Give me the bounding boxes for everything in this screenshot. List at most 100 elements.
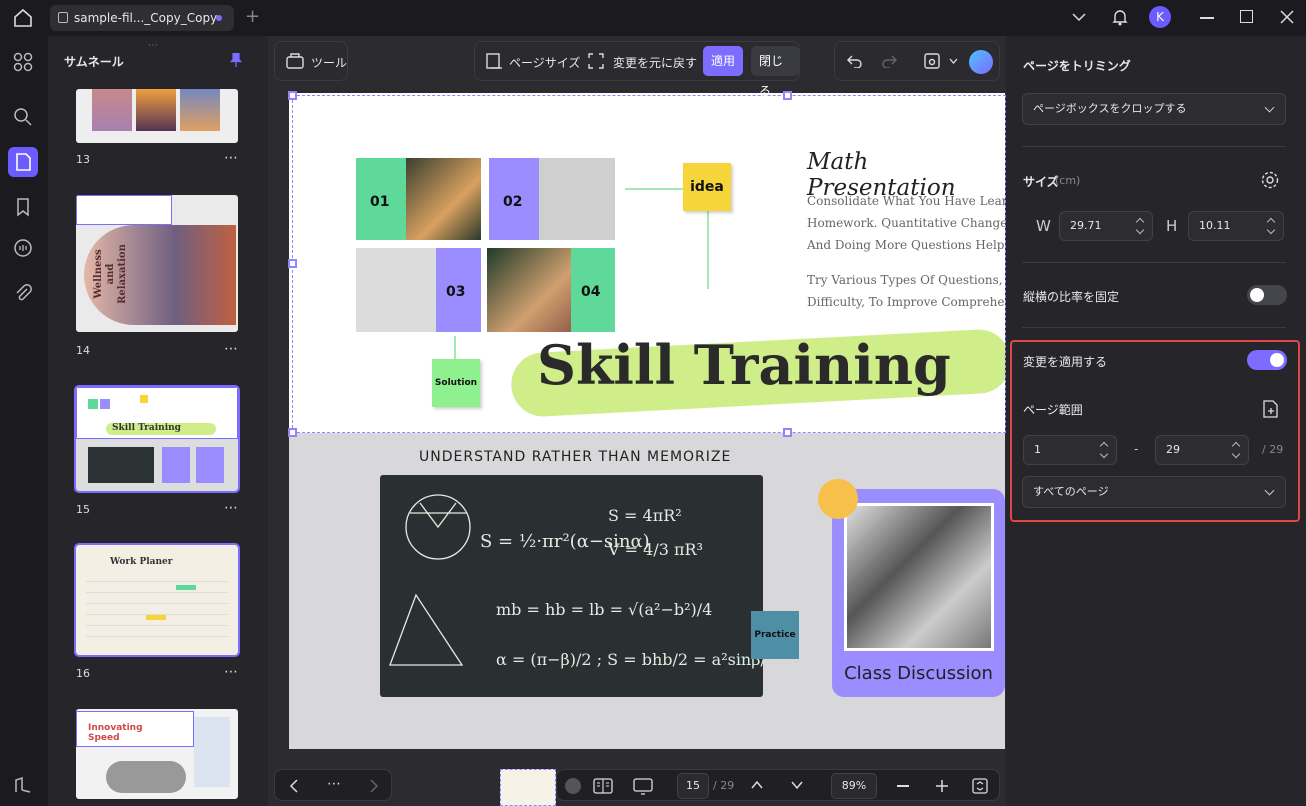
document-tab[interactable]: sample-fil..._Copy_Copy	[50, 5, 234, 31]
thumbnail-page-15[interactable]: Skill Training	[74, 385, 240, 493]
sign-icon[interactable]	[12, 774, 34, 796]
zoom-out-icon[interactable]	[897, 785, 909, 787]
save-icon[interactable]	[923, 52, 941, 70]
apply-button[interactable]: 適用	[703, 46, 744, 76]
thumbnail-more-icon[interactable]: ⋯	[224, 500, 239, 516]
thumbnail-number: 16	[76, 667, 90, 680]
thumbnail-text: Work Planer	[110, 557, 173, 567]
next-arrow-icon[interactable]	[369, 779, 379, 793]
thumbnail-panel-title: サムネール	[64, 55, 124, 69]
ai-assistant-icon[interactable]	[969, 50, 993, 74]
comment-icon[interactable]	[12, 238, 34, 260]
thumbnail-page-17[interactable]: Innovating Speed	[76, 709, 238, 799]
page-size-button[interactable]: ページサイズ	[509, 54, 580, 71]
height-label: H	[1166, 217, 1178, 235]
svg-text:α = (π−β)/2 ; S = bhb/2 = a²si: α = (π−β)/2 ; S = bhb/2 = a²sinβ/2	[496, 650, 763, 669]
more-icon[interactable]: ⋯	[327, 776, 341, 792]
thumbnail-more-icon[interactable]: ⋯	[224, 664, 239, 680]
thumbnail-panel: ⋯ サムネール 13 ⋯ Wellness and Relaxation 14 …	[48, 36, 268, 806]
chevron-down-icon[interactable]	[1072, 12, 1086, 22]
view-bar: 15 / 29 89%	[556, 769, 1000, 801]
page-nav-bar: ⋯	[274, 769, 392, 801]
crop-handle[interactable]	[783, 428, 792, 437]
emoji-icon	[818, 479, 858, 519]
edit-toolbar	[834, 41, 1000, 81]
crop-box[interactable]	[292, 95, 1006, 433]
thumbnail-more-icon[interactable]: ⋯	[224, 150, 239, 166]
chevron-down-icon[interactable]	[949, 58, 958, 64]
minimize-icon[interactable]	[1200, 17, 1214, 19]
lock-ratio-toggle[interactable]	[1247, 285, 1287, 305]
stepper-icon[interactable]	[1136, 217, 1144, 235]
unsaved-dot	[216, 15, 222, 21]
expand-icon[interactable]	[565, 778, 581, 794]
crop-mode-select[interactable]: ページボックスをクロップする	[1022, 93, 1286, 125]
page-number-input[interactable]: 15	[677, 773, 709, 799]
grid-icon[interactable]	[12, 51, 34, 73]
lock-ratio-label: 縦横の比率を固定	[1023, 290, 1120, 304]
toolbox-icon	[286, 53, 304, 69]
zoom-in-icon[interactable]	[935, 779, 949, 793]
attachment-icon[interactable]	[12, 282, 34, 304]
width-label: W	[1036, 217, 1051, 235]
user-avatar[interactable]: K	[1149, 6, 1171, 28]
presentation-icon[interactable]	[633, 777, 653, 795]
maximize-icon[interactable]	[1240, 10, 1253, 23]
crop-handle[interactable]	[783, 91, 792, 100]
new-tab-plus-icon[interactable]: +	[245, 6, 260, 27]
class-discussion-label: Class Discussion	[844, 663, 993, 684]
search-icon[interactable]	[12, 106, 34, 128]
thumbnail-text: Innovating Speed	[88, 723, 143, 743]
crop-handle[interactable]	[288, 428, 297, 437]
size-label: サイズ	[1023, 175, 1059, 189]
undo-icon[interactable]	[847, 54, 863, 68]
bell-icon[interactable]	[1112, 8, 1128, 26]
page-up-icon[interactable]	[751, 780, 763, 790]
reading-mode-icon[interactable]	[593, 777, 613, 795]
height-input[interactable]: 10.11	[1188, 211, 1284, 241]
class-discussion-card: Class Discussion	[818, 479, 1005, 697]
thumbnail-page-14[interactable]: Wellness and Relaxation	[76, 195, 238, 332]
thumbnail-number: 13	[76, 153, 90, 166]
page-size-icon	[486, 53, 502, 69]
tab-title: sample-fil..._Copy_Copy	[74, 11, 218, 25]
divider	[1022, 146, 1286, 147]
chevron-down-icon	[1264, 102, 1275, 113]
thumbnail-number: 15	[76, 503, 90, 516]
prev-arrow-icon[interactable]	[289, 779, 299, 793]
page-down-icon[interactable]	[791, 780, 803, 790]
panel-title: ページをトリミング	[1023, 59, 1131, 73]
stepper-icon[interactable]	[1267, 217, 1275, 235]
mini-crop-preview	[500, 769, 556, 806]
thumbnails-icon[interactable]	[8, 147, 38, 177]
thumbnail-more-icon[interactable]: ⋯	[224, 341, 239, 357]
thumbnail-text: Skill Training	[112, 423, 181, 433]
size-unit: (cm)	[1055, 174, 1081, 187]
drag-handle[interactable]: ⋯	[148, 40, 159, 51]
thumbnail-page-16[interactable]: Work Planer	[74, 543, 240, 657]
bookmark-icon[interactable]	[12, 196, 34, 218]
close-icon[interactable]	[1280, 10, 1294, 24]
thumbnail-text: Wellness and Relaxation	[93, 244, 128, 304]
width-input[interactable]: 29.71	[1059, 211, 1153, 241]
close-button[interactable]: 閉じる	[751, 46, 799, 98]
gear-icon[interactable]	[1260, 170, 1280, 190]
slide-subhead: UNDERSTAND RATHER THAN MEMORIZE	[419, 449, 732, 465]
left-rail	[0, 36, 48, 806]
svg-text:S = 4πR²: S = 4πR²	[608, 506, 682, 525]
divider	[1022, 262, 1286, 263]
redo-icon[interactable]	[881, 54, 897, 68]
zoom-input[interactable]: 89%	[831, 773, 877, 799]
home-icon[interactable]	[12, 8, 34, 28]
divider	[1022, 327, 1286, 328]
revert-button[interactable]: 変更を元に戻す	[613, 54, 697, 71]
svg-text:V = 4/3 πR³: V = 4/3 πR³	[607, 540, 703, 559]
crop-handle[interactable]	[288, 91, 297, 100]
document-icon	[58, 12, 68, 23]
fit-page-icon[interactable]	[971, 777, 989, 795]
thumbnail-page-13[interactable]	[76, 89, 238, 143]
pin-icon[interactable]	[230, 53, 242, 67]
thumbnail-number: 14	[76, 344, 90, 357]
crop-handle[interactable]	[288, 259, 297, 268]
tool-pill[interactable]: ツール	[274, 41, 348, 81]
